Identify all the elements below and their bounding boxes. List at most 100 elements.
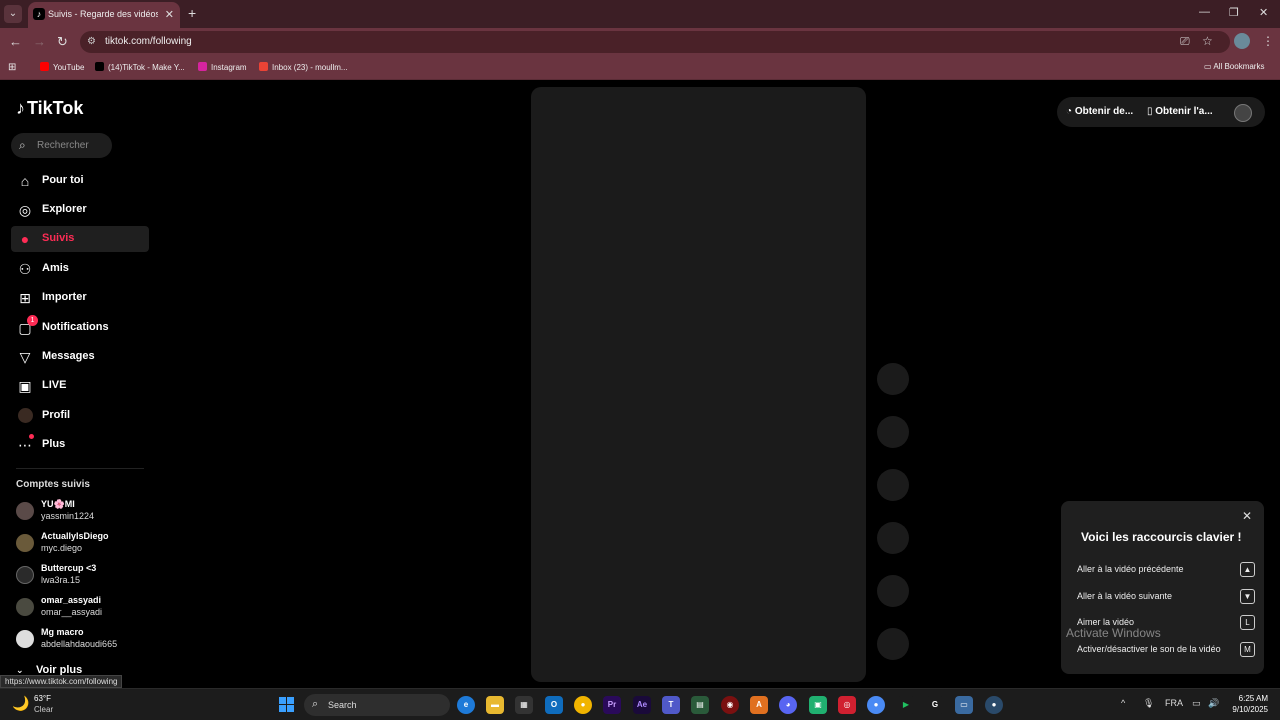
status-bar-url: https://www.tiktok.com/following (0, 675, 123, 688)
account-username: lwa3ra.15 (41, 575, 81, 585)
get-coins-button[interactable]: ◔ Obtenir de... (1066, 106, 1133, 117)
address-bar[interactable]: ⚙ tiktok.com/following (80, 31, 1230, 53)
close-tab-icon[interactable]: ✕ (165, 8, 174, 21)
save-button-placeholder[interactable] (877, 469, 909, 501)
comment-button-placeholder[interactable] (877, 416, 909, 448)
bookmark-label: Instagram (211, 63, 247, 72)
action-button-placeholder[interactable] (877, 575, 909, 607)
taskbar-search[interactable]: ⌕ Search (304, 694, 450, 716)
windows-start-icon[interactable] (279, 697, 295, 713)
nav-item-live[interactable]: ▣ LIVE (11, 373, 149, 399)
edge-icon[interactable]: e (457, 696, 475, 714)
back-button[interactable]: ← (9, 34, 22, 49)
active-tab[interactable]: ♪ Suivis - Regarde des vidéos de ✕ (28, 2, 180, 28)
chevron-up-icon[interactable]: ^ (1121, 698, 1125, 708)
after-effects-icon[interactable]: Ae (633, 696, 651, 714)
store-icon[interactable]: ▦ (515, 696, 533, 714)
more-dot-badge (29, 434, 34, 439)
app-icon[interactable]: G (926, 696, 944, 714)
get-app-button[interactable]: ▯ Obtenir l'a... (1147, 106, 1213, 117)
profile-avatar-icon (16, 407, 34, 425)
nav-item-pour-toi[interactable]: ⌂ Pour toi (11, 168, 149, 194)
user-avatar[interactable] (1234, 104, 1252, 122)
followed-account[interactable]: YU🌸MI yassmin1224 (16, 497, 146, 525)
video-player-placeholder[interactable] (531, 87, 866, 682)
forward-button[interactable]: → (33, 34, 46, 49)
file-explorer-icon[interactable]: ▬ (486, 696, 504, 714)
new-tab-button[interactable]: + (188, 5, 196, 21)
chrome-icon[interactable]: ● (574, 696, 592, 714)
discord-icon[interactable]: ◕ (779, 696, 797, 714)
premiere-pro-icon[interactable]: Pr (603, 696, 621, 714)
bookmark-label: (14)TikTok - Make Y... (108, 63, 185, 72)
music-disc-placeholder[interactable] (877, 628, 909, 660)
moon-weather-icon[interactable]: 🌙 (12, 695, 29, 712)
followed-account[interactable]: omar_assyadi omar__assyadi (16, 593, 146, 621)
network-icon[interactable]: ▭ (1192, 698, 1201, 709)
followed-account[interactable]: Mg macro abdellahdaoudi665 (16, 625, 146, 653)
nav-label: LIVE (42, 379, 67, 391)
nav-item-notifications[interactable]: ▢ 1 Notifications (11, 315, 149, 341)
account-username: yassmin1224 (41, 511, 95, 521)
clock[interactable]: 6:25 AM 9/10/2025 (1228, 694, 1268, 714)
bookmark-label: Inbox (23) - moullm... (272, 63, 348, 72)
nav-item-amis[interactable]: ⚇ Amis (11, 256, 149, 282)
weather-condition[interactable]: Clear (34, 705, 53, 714)
reload-button[interactable]: ↻ (57, 34, 68, 50)
account-name: ActuallyIsDiego (41, 531, 109, 541)
share-button-placeholder[interactable] (877, 522, 909, 554)
microphone-icon[interactable]: 🎙 (1143, 698, 1154, 709)
app-icon[interactable]: ▶ (897, 696, 915, 714)
teams-icon[interactable]: T (662, 696, 680, 714)
restore-button[interactable]: ❐ (1229, 6, 1239, 19)
site-info-icon[interactable]: ⚙ (87, 36, 96, 47)
following-icon: ● (20, 231, 30, 247)
app-icon[interactable]: ◎ (838, 696, 856, 714)
shortcut-row: Aller à la vidéo précédente ▲ (1077, 562, 1255, 578)
bookmark-youtube[interactable]: YouTube (40, 62, 84, 72)
nav-item-plus[interactable]: ⋯ Plus (11, 432, 149, 458)
followed-account[interactable]: ActuallyIsDiego myc.diego (16, 529, 146, 557)
all-bookmarks-button[interactable]: ▭ All Bookmarks (1204, 62, 1264, 71)
bookmark-gmail[interactable]: Inbox (23) - moullm... (259, 62, 348, 72)
keyboard-shortcuts-popup: ✕ Voici les raccourcis clavier ! Aller à… (1061, 501, 1264, 674)
tiktok-logo[interactable]: ♪ TikTok (16, 98, 83, 119)
tab-search-button[interactable]: ⌄ (4, 5, 22, 23)
bookmarks-bar: ⊞ YouTube (14)TikTok - Make Y... Instagr… (0, 56, 1280, 80)
nav-item-importer[interactable]: ⊞ Importer (11, 285, 149, 311)
nav-item-explorer[interactable]: ◎ Explorer (11, 197, 149, 223)
screen: ⌄ ♪ Suivis - Regarde des vidéos de ✕ + —… (0, 0, 1280, 720)
nav-item-messages[interactable]: ▽ Messages (11, 344, 149, 370)
chrome-active-icon[interactable]: ● (985, 696, 1003, 714)
close-icon[interactable]: ✕ (1242, 509, 1252, 523)
app-icon[interactable]: A (750, 696, 768, 714)
like-button-placeholder[interactable] (877, 363, 909, 395)
app-icon[interactable]: ▣ (809, 696, 827, 714)
volume-icon[interactable]: 🔊 (1208, 698, 1219, 709)
weather-temperature[interactable]: 63°F (34, 694, 51, 703)
account-username: omar__assyadi (41, 607, 103, 617)
app-icon[interactable]: ◉ (721, 696, 739, 714)
search-input[interactable]: ⌕ Rechercher (11, 133, 112, 158)
chrome-profile-icon[interactable]: ● (867, 696, 885, 714)
app-icon[interactable]: ▤ (691, 696, 709, 714)
outlook-icon[interactable]: O (545, 696, 563, 714)
language-indicator[interactable]: FRA (1165, 698, 1183, 708)
bookmark-tiktok[interactable]: (14)TikTok - Make Y... (95, 62, 185, 72)
search-icon: ⌕ (312, 698, 319, 710)
apps-grid-icon[interactable]: ⊞ (8, 62, 16, 73)
browser-profile-avatar[interactable] (1234, 33, 1250, 49)
install-app-icon[interactable]: ⎚ (1180, 34, 1190, 49)
bookmark-instagram[interactable]: Instagram (198, 62, 247, 72)
close-window-button[interactable]: ✕ (1259, 6, 1268, 19)
nav-item-profil[interactable]: Profil (11, 403, 149, 429)
browser-toolbar: ← → ↻ ⚙ tiktok.com/following ⎚ ☆ ⋮ (0, 28, 1280, 56)
app-icon[interactable]: ▭ (955, 696, 973, 714)
logo-text: TikTok (27, 98, 84, 118)
nav-item-suivis[interactable]: ● Suivis (11, 226, 149, 252)
followed-account[interactable]: Buttercup <3 lwa3ra.15 (16, 561, 146, 589)
browser-menu-icon[interactable]: ⋮ (1262, 34, 1274, 48)
bookmark-star-icon[interactable]: ☆ (1202, 34, 1213, 48)
minimize-button[interactable]: — (1199, 6, 1210, 18)
clock-time: 6:25 AM (1238, 694, 1268, 703)
